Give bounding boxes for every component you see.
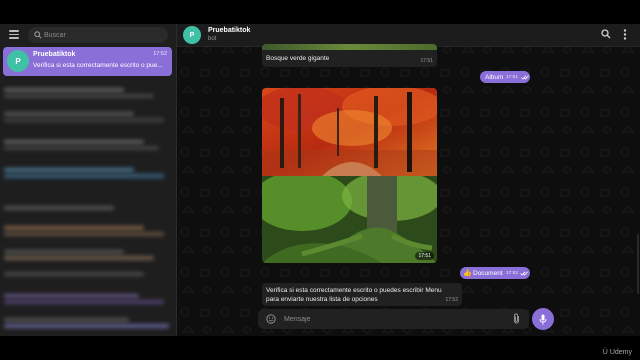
blurred-chat-row	[4, 174, 164, 178]
blurred-chat-row	[4, 112, 134, 116]
blurred-chat-row	[4, 250, 124, 254]
message-time: 17:52	[506, 271, 519, 276]
menu-icon[interactable]	[9, 30, 19, 39]
blurred-chat-row	[4, 300, 164, 304]
udemy-watermark: Ü Udemy	[603, 349, 632, 356]
message-text: Document	[473, 269, 503, 277]
message-incoming-photo-album[interactable]: 17:51	[262, 88, 437, 263]
blurred-chat-row	[4, 206, 114, 210]
thumbs-up-icon: 👍	[463, 269, 472, 277]
message-outgoing-document[interactable]: 👍 Document 17:52	[460, 267, 530, 279]
chat-area: P Pruebatiktok bot Bosque verde gigante …	[177, 24, 640, 336]
mic-button[interactable]	[532, 308, 554, 330]
message-time: 17:51	[420, 58, 433, 64]
photo-time: 17:51	[415, 252, 434, 260]
message-time: 17:52	[445, 297, 458, 303]
search-input[interactable]	[44, 27, 162, 43]
blurred-chat-row	[4, 232, 164, 236]
autumn-forest-photo[interactable]	[262, 88, 437, 176]
blurred-chat-row	[4, 140, 144, 144]
cut-off-photo	[262, 44, 437, 50]
double-check-icon	[521, 75, 529, 80]
blurred-chat-row	[4, 226, 144, 230]
chat-name: Pruebatiktok	[33, 51, 76, 58]
attach-icon[interactable]	[512, 313, 521, 324]
blurred-chat-row	[4, 272, 144, 276]
blurred-chat-row	[4, 146, 159, 150]
sidebar-toolbar	[0, 24, 176, 46]
emoji-icon[interactable]	[266, 314, 276, 324]
blurred-chat-row	[4, 94, 154, 98]
blurred-chat-row	[4, 256, 154, 260]
message-incoming-photo-caption[interactable]: Bosque verde gigante 17:51	[262, 44, 437, 67]
search-box[interactable]	[28, 27, 168, 43]
message-outgoing-album[interactable]: Album 17:51	[480, 71, 530, 83]
message-text: Bosque verde gigante	[266, 55, 330, 62]
blurred-chat-row	[4, 324, 169, 328]
mic-icon	[539, 314, 547, 324]
message-time: 17:51	[506, 75, 519, 80]
telegram-window: P Pruebatiktok 17:52 Verifica si esta co…	[0, 24, 640, 336]
chat-preview: Verifica si esta correctamente escrito o…	[33, 62, 163, 69]
scrollbar[interactable]	[637, 234, 639, 294]
chat-header-name[interactable]: Pruebatiktok	[208, 27, 250, 34]
blurred-chat-row	[4, 294, 139, 298]
more-icon[interactable]	[623, 29, 627, 40]
double-check-icon	[520, 271, 528, 276]
chat-time: 17:52	[153, 51, 167, 57]
blurred-chat-row	[4, 118, 164, 122]
message-incoming-bot-reply[interactable]: Verifica si esta correctamente escrito o…	[262, 283, 462, 306]
blurred-chat-row	[4, 318, 129, 322]
chat-avatar: P	[7, 50, 29, 72]
message-input[interactable]	[284, 309, 504, 329]
message-text: Verifica si esta correctamente escrito o…	[266, 287, 442, 303]
message-text: Album	[485, 73, 504, 81]
chat-header-status: bot	[208, 36, 217, 42]
blurred-chat-row	[4, 168, 134, 172]
udemy-logo-icon: Ü	[602, 349, 608, 356]
blurred-chat-row	[4, 88, 124, 92]
search-icon	[34, 31, 42, 39]
search-icon[interactable]	[601, 29, 611, 39]
blurred-chat-list	[0, 80, 176, 336]
chat-list-item-active[interactable]: P Pruebatiktok 17:52 Verifica si esta co…	[3, 47, 172, 76]
sidebar: P Pruebatiktok 17:52 Verifica si esta co…	[0, 24, 177, 336]
watermark-text: Udemy	[609, 349, 632, 356]
message-composer	[258, 309, 529, 329]
chat-header-avatar[interactable]: P	[183, 26, 201, 44]
green-forest-photo[interactable]	[262, 176, 437, 263]
